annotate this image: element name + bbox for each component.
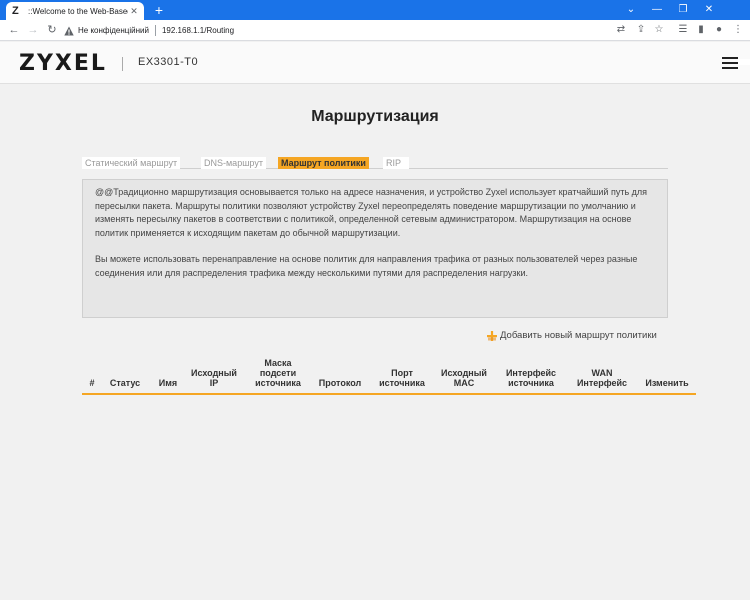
add-policy-route-button[interactable]: Добавить новый маршрут политики <box>486 329 657 342</box>
col-header-source-ip: Исходный IP <box>191 368 237 388</box>
tab-rip[interactable]: RIP <box>383 157 409 169</box>
browser-toolbar: ← → ↻ Не конфіденційний 192.168.1.1/Rout… <box>0 20 750 41</box>
browser-menu-icon[interactable]: ⋮ <box>731 23 745 37</box>
router-header: ZYXEL EX3301-T0 <box>0 42 750 84</box>
restore-icon[interactable]: ❐ <box>670 0 696 20</box>
zyxel-logo: ZYXEL <box>19 51 107 76</box>
share-icon[interactable]: ⇪ <box>634 23 648 37</box>
omnibox-divider <box>154 25 156 36</box>
model-name: EX3301-T0 <box>138 56 199 68</box>
header-strip <box>738 59 750 65</box>
forward-icon[interactable]: → <box>26 23 40 37</box>
zyxel-favicon-icon: Z <box>12 5 19 17</box>
info-box: @@Традиционно маршрутизация основывается… <box>82 179 668 318</box>
reading-list-icon[interactable]: ☰ <box>676 23 690 37</box>
add-policy-route-label: Добавить новый маршрут политики <box>500 330 657 341</box>
address-bar[interactable]: Не конфіденційний 192.168.1.1/Routing <box>64 22 604 39</box>
policy-route-table: # Статус Имя Исходный IP Маска подсети и… <box>82 356 696 395</box>
add-icon <box>486 330 498 342</box>
col-header-wan-interface: WAN Интерфейс <box>576 368 628 388</box>
tab-policy-route[interactable]: Маршрут политики <box>278 157 369 169</box>
header-divider <box>122 57 123 71</box>
info-paragraph: Вы можете использовать перенаправление н… <box>95 254 638 278</box>
close-tab-icon[interactable]: ✕ <box>128 5 140 17</box>
col-header-status: Статус <box>109 378 141 388</box>
routing-tabs: Статический маршрут DNS-маршрут Маршрут … <box>82 157 668 169</box>
col-header-source-port: Порт источника <box>379 368 425 388</box>
new-tab-button[interactable]: + <box>151 2 167 18</box>
col-header-protocol: Протокол <box>318 378 362 388</box>
browser-tabstrip: Z ::Welcome to the Web-Based Configurato… <box>0 0 750 20</box>
security-status[interactable]: Не конфіденційний <box>78 26 149 35</box>
info-paragraph: @@Традиционно маршрутизация основывается… <box>95 187 648 238</box>
col-header-source-interface: Интерфейс источника <box>505 368 557 388</box>
col-header-source-mac: Исходный MAC <box>441 368 487 388</box>
hamburger-menu-icon[interactable] <box>722 57 738 69</box>
col-header-name: Имя <box>158 378 178 388</box>
side-panel-icon[interactable]: ▮ <box>694 23 708 37</box>
tab-dns-route[interactable]: DNS-маршрут <box>201 157 266 169</box>
table-header: # Статус Имя Исходный IP Маска подсети и… <box>82 356 696 395</box>
close-window-icon[interactable]: ✕ <box>696 0 722 20</box>
tab-title: ::Welcome to the Web-Based Configurator:… <box>28 6 128 16</box>
tab-search-icon[interactable]: ⌄ <box>618 0 644 20</box>
col-header-index: # <box>89 378 95 388</box>
bookmark-star-icon[interactable]: ☆ <box>652 23 666 37</box>
url-text[interactable]: 192.168.1.1/Routing <box>162 26 234 35</box>
minimize-icon[interactable]: — <box>644 0 670 20</box>
profile-icon[interactable]: ● <box>712 23 726 37</box>
col-header-edit: Изменить <box>645 378 689 388</box>
page-title: Маршрутизация <box>311 108 439 125</box>
reload-icon[interactable]: ↻ <box>45 23 59 37</box>
back-icon[interactable]: ← <box>7 23 21 37</box>
col-header-source-mask: Маска подсети источника <box>255 358 301 388</box>
warning-icon[interactable] <box>64 26 74 36</box>
translate-icon[interactable]: ⇄ <box>614 23 628 37</box>
browser-tab[interactable]: Z ::Welcome to the Web-Based Configurato… <box>6 2 144 20</box>
tab-static-route[interactable]: Статический маршрут <box>82 157 181 169</box>
